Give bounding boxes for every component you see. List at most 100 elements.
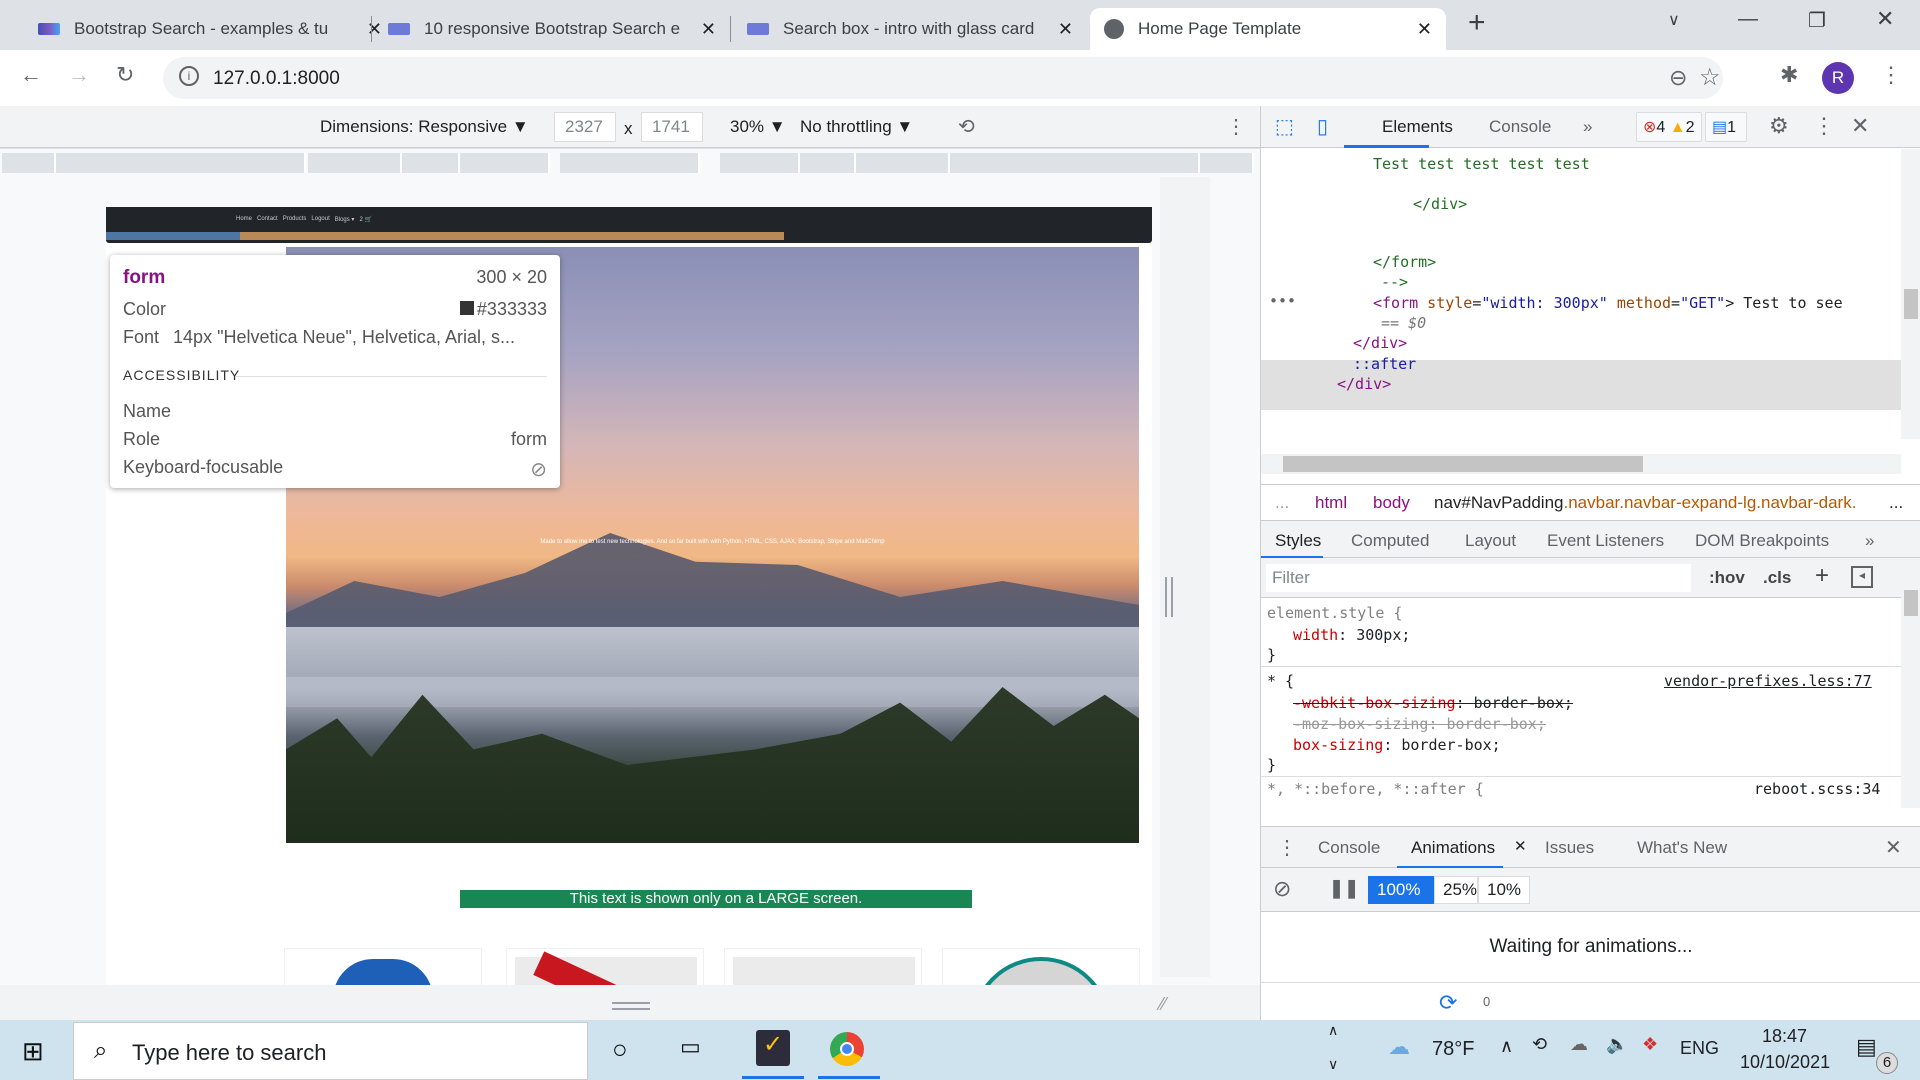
clock-time[interactable]: 18:47 — [1762, 1026, 1807, 1047]
source-link[interactable]: reboot.scss:34 — [1754, 780, 1880, 798]
close-tab-icon[interactable]: ✕ — [701, 19, 716, 40]
cortana-icon[interactable]: ○ — [612, 1034, 628, 1065]
width-input[interactable]: 2327 — [554, 112, 616, 142]
drawer-tab-whats-new[interactable]: What's New — [1637, 838, 1727, 858]
language-indicator[interactable]: ENG — [1680, 1038, 1719, 1059]
zoom-icon[interactable]: ⊖ — [1669, 65, 1687, 91]
toggle-sidebar-icon[interactable]: ◂ — [1851, 566, 1873, 588]
tab-search-box-glass[interactable]: Search box - intro with glass card ✕ — [733, 8, 1087, 50]
dimensions-dropdown[interactable]: Dimensions: Responsive ▼ — [320, 117, 529, 137]
resize-grip-icon[interactable] — [612, 1002, 650, 1010]
tab-console[interactable]: Console — [1489, 117, 1551, 137]
device-toolbar-menu-icon[interactable]: ⋮ — [1226, 114, 1246, 139]
corner-resize-icon[interactable]: ⁄⁄ — [1160, 994, 1166, 1015]
node-actions-icon[interactable]: ••• — [1269, 292, 1296, 310]
close-window-button[interactable]: ✕ — [1876, 6, 1894, 32]
action-center-icon[interactable]: ▤ — [1856, 1034, 1877, 1060]
pause-all-icon[interactable]: ❚❚ — [1329, 878, 1359, 899]
styles-filter-input[interactable]: Filter — [1266, 564, 1691, 592]
tab-elements[interactable]: Elements — [1382, 117, 1453, 137]
device-toggle-icon[interactable]: ▯ — [1317, 114, 1328, 139]
new-tab-button[interactable]: + — [1468, 6, 1486, 40]
onedrive-icon[interactable]: ☁ — [1570, 1034, 1588, 1055]
restore-button[interactable]: ❐ — [1808, 8, 1826, 33]
back-icon[interactable]: ← — [20, 62, 42, 88]
nav-link-home[interactable]: Home — [236, 216, 252, 223]
new-rule-plus-icon[interactable]: + — [1815, 562, 1829, 590]
messages-counter[interactable]: ▤1 — [1705, 112, 1747, 142]
tray-overflow-icon[interactable]: ∧ — [1500, 1036, 1513, 1057]
more-tabs-button[interactable]: » — [1583, 117, 1592, 137]
dom-horizontal-scrollbar[interactable] — [1261, 454, 1901, 474]
close-devtools-icon[interactable]: ✕ — [1851, 113, 1869, 139]
tab-event-listeners[interactable]: Event Listeners — [1547, 531, 1664, 551]
profile-avatar[interactable]: R — [1822, 62, 1854, 94]
nav-link-blogs[interactable]: Blogs ▾ — [335, 216, 355, 223]
speed-25[interactable]: 25% — [1434, 876, 1478, 904]
cart-link[interactable]: 2 🛒 — [359, 216, 371, 223]
dom-vertical-scrollbar[interactable] — [1901, 149, 1920, 439]
chrome-icon[interactable] — [830, 1032, 864, 1066]
tab-search-chevron-icon[interactable]: ∨ — [1668, 10, 1680, 30]
clock-date[interactable]: 10/10/2021 — [1740, 1052, 1830, 1073]
tab-bootstrap-search[interactable]: Bootstrap Search - examples & tu ✕ — [24, 8, 396, 50]
close-drawer-icon[interactable]: ✕ — [1885, 835, 1902, 860]
drawer-tab-issues[interactable]: Issues — [1545, 838, 1594, 858]
windows-start-icon[interactable]: ⊞ — [22, 1036, 44, 1067]
tab-home-page-template[interactable]: Home Page Template ✕ — [1090, 8, 1446, 50]
zoom-dropdown[interactable]: 30% ▼ — [730, 117, 786, 137]
nav-link-logout[interactable]: Logout — [311, 216, 329, 223]
hov-toggle[interactable]: :hov — [1709, 568, 1745, 588]
height-input[interactable]: 1741 — [641, 112, 703, 142]
tab-responsive-search[interactable]: 10 responsive Bootstrap Search e ✕ — [374, 8, 730, 50]
styles-scrollbar[interactable] — [1901, 558, 1920, 808]
forward-icon[interactable]: → — [68, 62, 90, 88]
bookmark-star-icon[interactable]: ☆ — [1699, 63, 1721, 92]
throttling-dropdown[interactable]: No throttling ▼ — [800, 117, 913, 137]
settings-gear-icon[interactable]: ⚙ — [1769, 113, 1789, 139]
taskbar-search[interactable]: ⌕ Type here to search — [73, 1022, 588, 1080]
close-tab-icon[interactable]: ✕ — [1417, 19, 1432, 40]
speed-100[interactable]: 100% — [1368, 876, 1434, 904]
drawer-tab-console[interactable]: Console — [1318, 838, 1380, 858]
dropbox-icon[interactable]: ❖ — [1642, 1034, 1658, 1055]
scroll-up-icon[interactable]: ∧ — [1328, 1022, 1338, 1039]
issues-counter[interactable]: ⊗4 ▲2 — [1636, 112, 1702, 142]
rotate-icon[interactable]: ⟲ — [958, 114, 975, 139]
selected-form-node[interactable]: <form style="width: 300px" method="GET">… — [1373, 294, 1843, 312]
tab-layout[interactable]: Layout — [1465, 531, 1516, 551]
tab-computed[interactable]: Computed — [1351, 531, 1429, 551]
norton-icon[interactable]: ✓ — [756, 1030, 790, 1066]
extensions-icon[interactable]: ✱ — [1780, 62, 1798, 88]
minimize-button[interactable]: — — [1738, 8, 1758, 31]
address-bar[interactable]: i 127.0.0.1:8000 ⊖ ☆ — [163, 57, 1723, 99]
inspect-element-icon[interactable]: ⬚ — [1275, 114, 1294, 139]
drawer-menu-icon[interactable]: ⋮ — [1277, 835, 1297, 860]
weather-icon[interactable]: ☁ — [1388, 1034, 1410, 1060]
nav-link-products[interactable]: Products — [283, 216, 307, 223]
drawer-tab-animations[interactable]: Animations — [1411, 838, 1495, 858]
devtools-menu-icon[interactable]: ⋮ — [1813, 113, 1835, 139]
browser-menu-icon[interactable]: ⋮ — [1880, 62, 1902, 88]
reload-icon[interactable]: ↻ — [116, 62, 134, 88]
speed-10[interactable]: 10% — [1478, 876, 1530, 904]
tab-dom-breakpoints[interactable]: DOM Breakpoints — [1695, 531, 1829, 551]
media-query-bar[interactable] — [0, 149, 1260, 177]
info-icon[interactable]: i — [179, 66, 199, 86]
cls-toggle[interactable]: .cls — [1763, 568, 1791, 588]
source-link[interactable]: vendor-prefixes.less:77 — [1664, 672, 1872, 690]
nav-link-contact[interactable]: Contact — [257, 216, 278, 223]
resize-grip-icon[interactable] — [1165, 577, 1173, 617]
more-style-tabs-button[interactable]: » — [1865, 531, 1874, 551]
close-animations-tab-icon[interactable]: ✕ — [1514, 837, 1527, 855]
tab-styles[interactable]: Styles — [1275, 531, 1321, 551]
sync-icon[interactable]: ⟲ — [1532, 1034, 1547, 1055]
volume-icon[interactable]: 🔈 — [1606, 1034, 1628, 1055]
url-text[interactable]: 127.0.0.1:8000 — [213, 68, 340, 90]
scroll-down-icon[interactable]: ∨ — [1328, 1056, 1338, 1073]
replay-icon[interactable]: ⟳ — [1439, 990, 1457, 1016]
task-view-icon[interactable]: ▭ — [680, 1034, 701, 1060]
clear-all-icon[interactable]: ⊘ — [1273, 876, 1291, 902]
close-tab-icon[interactable]: ✕ — [1058, 19, 1073, 40]
weather-temp[interactable]: 78°F — [1432, 1038, 1474, 1061]
